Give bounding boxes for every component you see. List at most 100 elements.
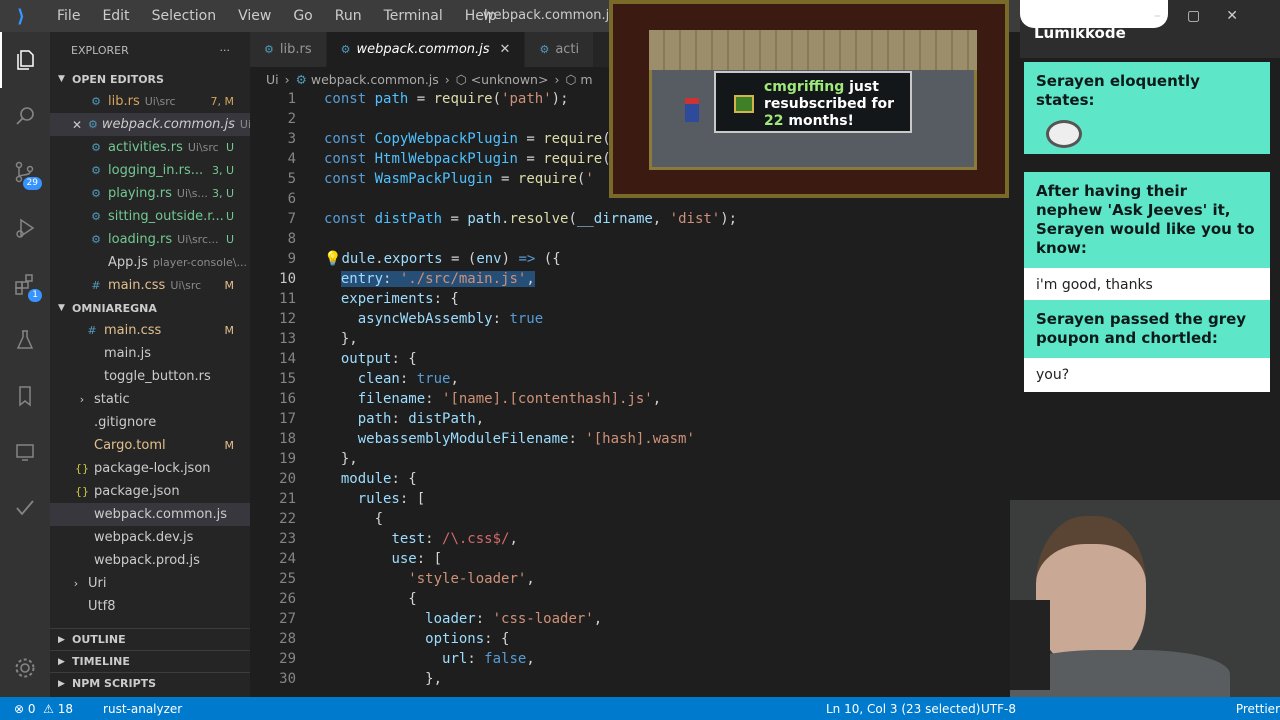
file-tree-item[interactable]: .gitignore (50, 411, 250, 434)
menu-edit[interactable]: Edit (91, 8, 140, 24)
line-number: 24 (279, 551, 296, 567)
search-activity[interactable] (0, 88, 50, 144)
file-tree-item[interactable]: webpack.prod.js (50, 549, 250, 572)
code-line-20: module: { (340, 471, 417, 487)
open-editor-item[interactable]: ⚙ activities.rs Ui\src U (50, 136, 250, 159)
testing-activity[interactable] (0, 312, 50, 368)
code-line-17: path: distPath, (357, 411, 485, 427)
activity-bar: 29 1 (0, 32, 50, 697)
file-name: webpack.common.js (101, 117, 235, 132)
more-actions-icon[interactable]: ··· (220, 44, 231, 57)
file-tree-item[interactable]: webpack.dev.js (50, 526, 250, 549)
npm-scripts-section[interactable]: ▶ NPM SCRIPTS (50, 672, 250, 694)
open-editor-item[interactable]: ⚙ lib.rs Ui\src 7, M (50, 90, 250, 113)
line-number: 8 (287, 231, 296, 247)
remote-activity[interactable] (0, 424, 50, 480)
explorer-header: EXPLORER ··· (50, 32, 250, 68)
files-icon (17, 50, 34, 70)
line-number: 7 (287, 211, 296, 227)
code-line-12: asyncWebAssembly: true (357, 311, 544, 327)
breadcrumb-item[interactable]: Ui (266, 72, 279, 87)
open-editor-item[interactable]: ✕ ⚙ webpack.common.js Ui (50, 113, 250, 136)
menu-file[interactable]: File (46, 8, 91, 24)
file-tree-item[interactable]: Utf8 (50, 595, 250, 618)
open-editor-item[interactable]: ⚙ playing.rs Ui\s... 3, U (50, 182, 250, 205)
file-tree-item[interactable]: Cargo.toml M (50, 434, 250, 457)
breadcrumb-item[interactable]: webpack.common.js (311, 72, 439, 87)
rust-icon: ⚙ (91, 210, 101, 223)
rust-analyzer-status[interactable]: rust-analyzer (103, 702, 182, 716)
file-tree-item[interactable]: › static (50, 388, 250, 411)
bookmarks-activity[interactable] (0, 368, 50, 424)
file-tree-item[interactable]: › Uri (50, 572, 250, 595)
error-count: 0 (27, 701, 36, 716)
file-dir: Ui (239, 118, 250, 131)
scm-activity[interactable]: 29 (0, 144, 50, 200)
open-editor-item[interactable]: ⚙ loading.rs Ui\src... U (50, 228, 250, 251)
file-name: webpack.dev.js (94, 530, 194, 545)
settings-activity[interactable] (0, 640, 50, 696)
menu-run[interactable]: Run (324, 8, 373, 24)
timeline-section[interactable]: ▶ TIMELINE (50, 650, 250, 672)
close-icon[interactable]: ✕ (72, 118, 82, 132)
file-name: logging_in.rs... (108, 163, 204, 178)
lightbulb-icon[interactable]: 💡 (324, 251, 341, 267)
open-editor-item[interactable]: App.js player-console\... (50, 251, 250, 274)
debug-activity[interactable] (0, 200, 50, 256)
file-tree-item[interactable]: {} package-lock.json (50, 457, 250, 480)
menu-go[interactable]: Go (282, 8, 323, 24)
problems-indicator[interactable]: ⊗ 0 ⚠ 18 (14, 702, 73, 716)
breadcrumb: Ui › ⚙ webpack.common.js › ⬡ <unknown> ›… (250, 67, 610, 91)
menu-terminal[interactable]: Terminal (373, 8, 454, 24)
line-number: 23 (279, 531, 296, 547)
code-line-5: const WasmPackPlugin = require(' (324, 171, 594, 187)
code-line-19: }, (324, 451, 358, 467)
menu-view[interactable]: View (227, 8, 282, 24)
tab-webpack-common[interactable]: ⚙ webpack.common.js ✕ (326, 32, 526, 67)
subscription-months: 22 (764, 113, 784, 129)
open-editor-item[interactable]: ⚙ logging_in.rs... 3, U (50, 159, 250, 182)
chevron-right-icon: › (554, 71, 560, 87)
open-editor-item[interactable]: # main.css Ui\src M (50, 274, 250, 297)
code-line-11: experiments: { (340, 291, 459, 307)
file-tree-item[interactable]: main.js (50, 342, 250, 365)
outline-section[interactable]: ▶ OUTLINE (50, 628, 250, 650)
line-number: 20 (279, 471, 296, 487)
todo-activity[interactable] (0, 480, 50, 536)
line-number: 22 (279, 511, 296, 527)
breadcrumb-item[interactable]: <unknown> (471, 72, 549, 87)
code-line-18: webassemblyModuleFilename: '[hash].wasm' (357, 431, 695, 447)
subscription-notification: cmgriffing just resubscribed for 22 mont… (714, 71, 912, 133)
file-name: .gitignore (94, 415, 157, 430)
file-tree-item[interactable]: {} package.json (50, 480, 250, 503)
gift-icon (734, 95, 754, 113)
tab-activities[interactable]: ⚙ acti (525, 32, 595, 67)
checkmark-icon (16, 500, 34, 516)
gear-icon: ⚙ (88, 118, 98, 131)
open-editor-item[interactable]: ⚙ sitting_outside.r... U (50, 205, 250, 228)
open-editors-section[interactable]: ▼ OPEN EDITORS (50, 68, 250, 90)
file-dir: Ui\s... (176, 187, 208, 200)
encoding[interactable]: UTF-8 (981, 702, 1016, 716)
file-name: main.css (104, 323, 162, 338)
file-name: sitting_outside.r... (108, 209, 224, 224)
git-status: M (224, 439, 235, 452)
tab-lib-rs[interactable]: ⚙ lib.rs (250, 32, 327, 67)
cursor-position[interactable]: Ln 10, Col 3 (23 selected) (826, 702, 980, 716)
close-icon[interactable]: ✕ (500, 42, 511, 57)
project-section[interactable]: ▼ OMNIAREGNA (50, 297, 250, 319)
file-tree-item[interactable]: toggle_button.rs (50, 365, 250, 388)
explorer-activity[interactable] (0, 32, 50, 88)
git-status: U (225, 233, 234, 246)
gear-icon: ⚙ (264, 43, 274, 56)
git-status: 7, M (210, 95, 234, 108)
error-icon: ⊗ (14, 701, 25, 716)
file-tree-item[interactable]: webpack.common.js (50, 503, 250, 526)
prettier-status[interactable]: Prettier (1225, 702, 1280, 716)
extensions-activity[interactable]: 1 (0, 256, 50, 312)
menu-selection[interactable]: Selection (141, 8, 228, 24)
file-tree-item[interactable]: # main.css M (50, 319, 250, 342)
code-line-7: const distPath = path.resolve(__dirname,… (324, 211, 738, 227)
breadcrumb-item[interactable]: m (580, 72, 592, 87)
chat-message-body: i'm good, thanks (1024, 268, 1270, 302)
